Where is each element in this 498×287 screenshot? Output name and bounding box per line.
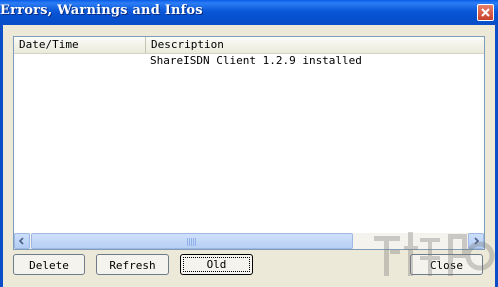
list-item[interactable]: ShareISDN Client 1.2.9 installed [14,54,484,68]
refresh-button[interactable]: Refresh [96,254,169,275]
watermark-logo [374,232,495,276]
grip-icon [187,238,197,246]
list-header: Date/Time Description [14,37,484,54]
window-frame-left [0,25,3,287]
title-bar[interactable]: Errors, Warnings and Infos [0,0,498,25]
message-list[interactable]: Date/Time Description ShareISDN Client 1… [13,36,485,250]
delete-button[interactable]: Delete [13,254,85,275]
column-header-datetime[interactable]: Date/Time [14,37,146,53]
column-header-description[interactable]: Description [146,37,484,53]
focus-rectangle [183,257,250,272]
old-button[interactable]: Old [180,254,253,275]
close-icon[interactable] [477,4,494,21]
list-item-description: ShareISDN Client 1.2.9 installed [150,54,362,67]
window-title: Errors, Warnings and Infos [0,3,203,18]
scrollbar-thumb[interactable] [31,233,353,249]
scroll-left-arrow-icon[interactable] [14,233,30,249]
